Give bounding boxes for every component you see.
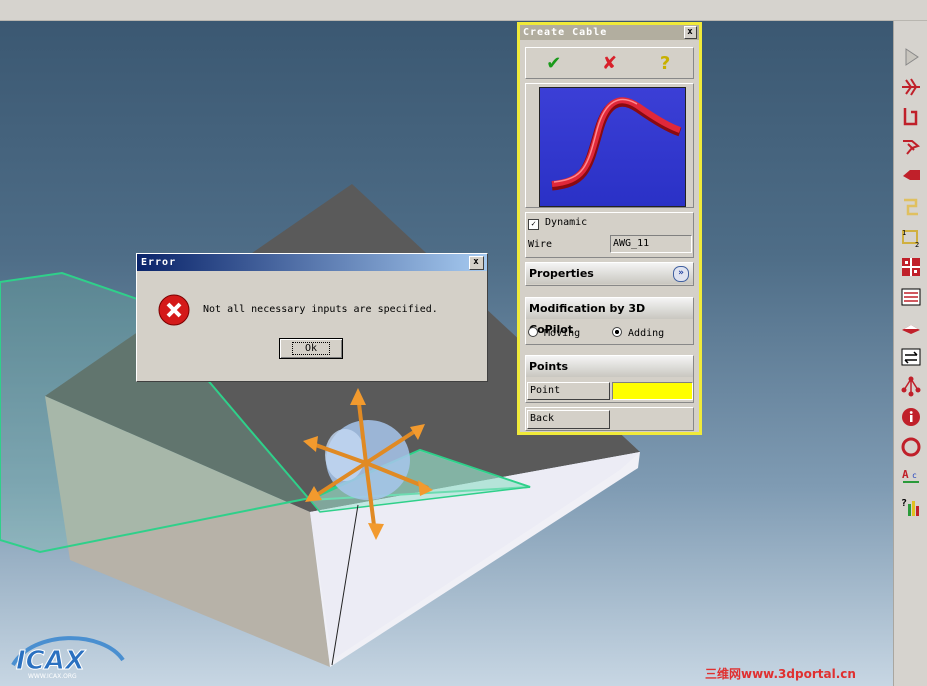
help-question-icon[interactable]: ? bbox=[653, 51, 677, 75]
properties-label: Properties bbox=[529, 267, 594, 280]
wire-label: Wire bbox=[528, 239, 553, 250]
ring-icon[interactable] bbox=[899, 435, 923, 459]
moving-radio[interactable] bbox=[528, 327, 538, 337]
flag-icon[interactable] bbox=[899, 165, 923, 189]
bracket-icon[interactable] bbox=[899, 195, 923, 219]
properties-group[interactable]: Properties » bbox=[525, 262, 694, 286]
book-icon[interactable] bbox=[899, 315, 923, 339]
point-value-field[interactable] bbox=[612, 382, 693, 400]
copilot-header: Modification by 3D CoPilot bbox=[526, 298, 693, 336]
points-group: Points Point bbox=[525, 355, 694, 403]
point-button[interactable]: Point bbox=[527, 382, 610, 400]
text-style-icon[interactable]: Ac bbox=[899, 465, 923, 489]
cable-preview-image bbox=[539, 87, 686, 207]
svg-text:1: 1 bbox=[902, 229, 906, 237]
info-icon[interactable] bbox=[899, 405, 923, 429]
adding-radio[interactable] bbox=[612, 327, 622, 337]
panel-actions: ✔ ✘ ? bbox=[525, 47, 694, 79]
wire-group: ✓ Dynamic Wire AWG_11 bbox=[525, 212, 694, 258]
svg-text:?: ? bbox=[901, 498, 907, 509]
cable-preview-group bbox=[525, 83, 694, 208]
right-toolbar: 12 Ac ? bbox=[893, 21, 927, 686]
svg-text:ICAX: ICAX bbox=[16, 646, 87, 676]
back-group: Back bbox=[525, 407, 694, 431]
ok-label: Ok bbox=[291, 342, 331, 355]
error-dialog: Error x Not all necessary inputs are spe… bbox=[136, 253, 488, 382]
svg-text:WWW.ICAX.ORG: WWW.ICAX.ORG bbox=[28, 673, 77, 680]
svg-text:A: A bbox=[902, 468, 909, 481]
svg-text:2: 2 bbox=[915, 241, 919, 248]
swap-icon[interactable] bbox=[899, 345, 923, 369]
copilot-group: Modification by 3D CoPilot Moving Adding bbox=[525, 297, 694, 345]
error-dialog-title: Error bbox=[141, 257, 177, 268]
error-icon bbox=[158, 294, 190, 326]
panel-close-button[interactable]: x bbox=[684, 26, 697, 39]
adding-label: Adding bbox=[628, 328, 665, 339]
error-message: Not all necessary inputs are specified. bbox=[203, 304, 438, 315]
table-icon[interactable] bbox=[899, 285, 923, 309]
panel-title: Create Cable bbox=[523, 27, 608, 38]
play-icon[interactable] bbox=[899, 45, 923, 69]
moving-radio-row[interactable]: Moving bbox=[528, 327, 580, 339]
dynamic-checkbox-row[interactable]: ✓ Dynamic bbox=[528, 217, 587, 230]
moving-label: Moving bbox=[544, 328, 581, 339]
dynamic-checkbox[interactable]: ✓ bbox=[528, 219, 539, 230]
connector-icon[interactable] bbox=[899, 135, 923, 159]
panel-titlebar: Create Cable x bbox=[520, 25, 699, 40]
properties-header[interactable]: Properties » bbox=[526, 263, 693, 284]
error-dialog-close-button[interactable]: x bbox=[469, 256, 484, 270]
points-header: Points bbox=[526, 356, 693, 377]
svg-text:c: c bbox=[912, 471, 917, 480]
top-bar bbox=[0, 0, 927, 21]
expand-chevron-icon[interactable]: » bbox=[673, 266, 689, 282]
error-dialog-titlebar: Error x bbox=[137, 254, 487, 271]
cable-route-icon[interactable] bbox=[899, 105, 923, 129]
create-cable-panel: Create Cable x ✔ ✘ ? ✓ Dynamic Wire AWG_… bbox=[517, 22, 702, 435]
wire-field[interactable]: AWG_11 bbox=[610, 235, 692, 253]
numbering-icon[interactable]: 12 bbox=[899, 225, 923, 249]
watermark-text: 三维网www.3dportal.cn bbox=[705, 667, 856, 681]
grid-icon[interactable] bbox=[899, 255, 923, 279]
cable-branch-icon[interactable] bbox=[899, 75, 923, 99]
cancel-x-icon[interactable]: ✘ bbox=[597, 51, 621, 75]
back-button[interactable]: Back bbox=[527, 410, 610, 429]
ok-check-icon[interactable]: ✔ bbox=[542, 51, 566, 75]
ok-button[interactable]: Ok bbox=[279, 338, 343, 359]
icax-logo: ICAX WWW.ICAX.ORG bbox=[8, 635, 128, 683]
dynamic-label: Dynamic bbox=[545, 217, 588, 228]
network-icon[interactable] bbox=[899, 375, 923, 399]
adding-radio-row[interactable]: Adding bbox=[612, 327, 664, 339]
help-chart-icon[interactable]: ? bbox=[899, 495, 923, 519]
